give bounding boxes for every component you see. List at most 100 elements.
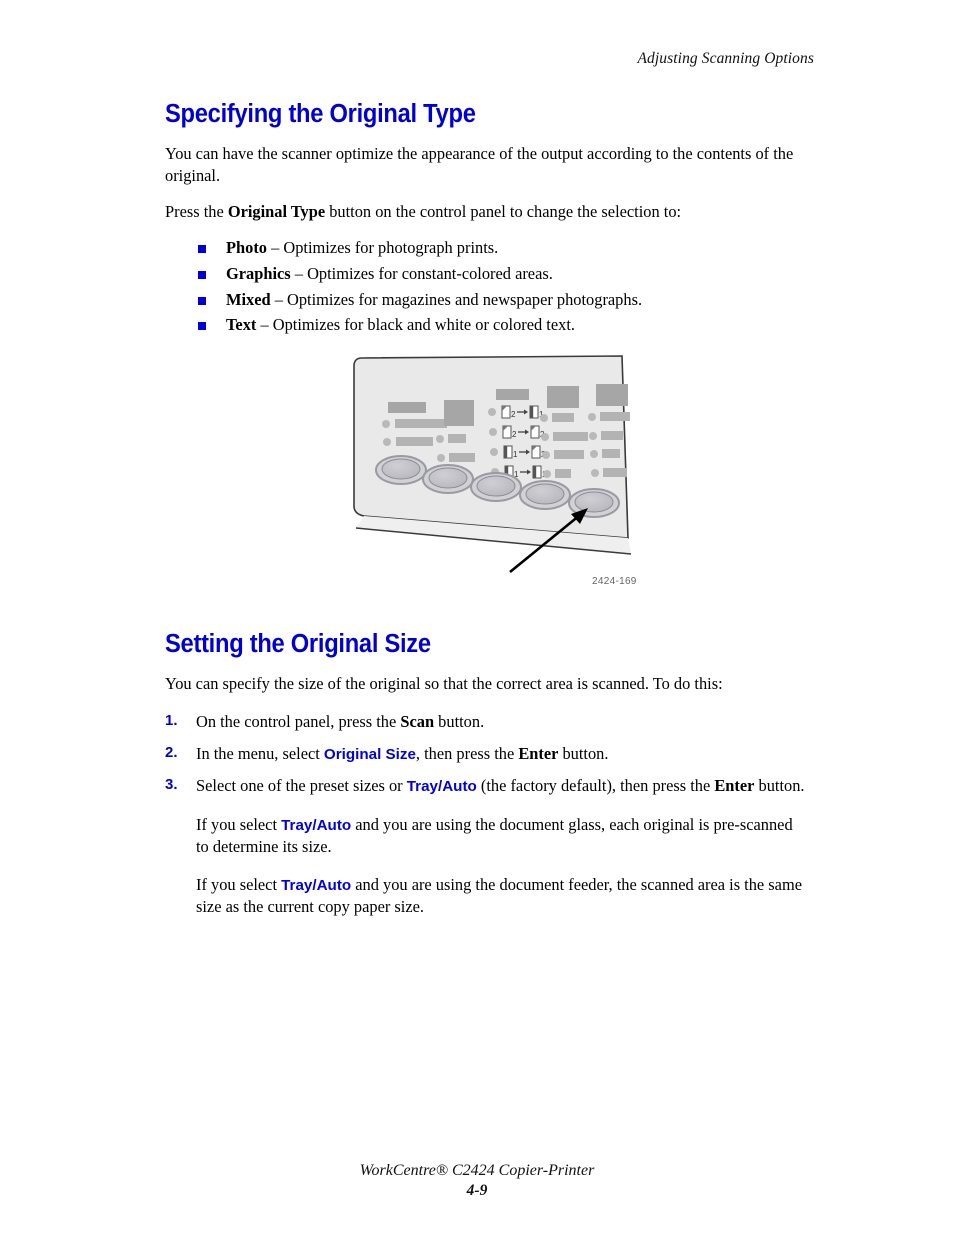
list-item: Photo – Optimizes for photograph prints.	[165, 236, 805, 261]
duplex-shade	[504, 446, 508, 458]
bullet-term: Mixed	[226, 289, 271, 309]
footer-page-number: 4-9	[466, 1182, 488, 1199]
section-2-intro: You can specify the size of the original…	[165, 674, 723, 693]
duplex-from-label: 2	[512, 430, 517, 439]
panel-label-bar	[601, 431, 623, 440]
panel-label-bar	[553, 432, 588, 441]
panel-led-indicator	[588, 413, 596, 421]
panel-label-bar	[552, 413, 574, 422]
step-text-plain: button.	[754, 776, 805, 796]
content-column-lower: Setting the Original Size You can specif…	[165, 630, 805, 918]
note-document-glass: If you select Tray/Auto and you are usin…	[196, 814, 805, 858]
list-item: Text – Optimizes for black and white or …	[165, 313, 805, 338]
panel-label-bar	[444, 400, 474, 426]
panel-led-indicator	[490, 448, 498, 456]
panel-led-indicator	[488, 408, 496, 416]
panel-label-bar	[448, 434, 466, 443]
step-number: 1.	[165, 711, 178, 729]
panel-label-bar	[395, 419, 447, 428]
bullet-desc: – Optimizes for photograph prints.	[266, 238, 499, 258]
step-text-plain: (the factory default), then press the	[476, 776, 715, 796]
footer-product: WorkCentre® C2424 Copier-Printer	[359, 1162, 595, 1179]
step-text-plain: , then press the	[415, 743, 519, 763]
step-text-plain: On the control panel, press the	[196, 711, 401, 731]
panel-led-indicator	[589, 432, 597, 440]
duplex-shade	[533, 466, 537, 478]
panel-label-bar	[547, 386, 579, 408]
panel-led-indicator	[590, 450, 598, 458]
bullet-desc: – Optimizes for magazines and newspaper …	[270, 289, 643, 309]
duplex-from-label: 1	[513, 450, 518, 459]
step-text: In the menu, select Original Size, then …	[196, 744, 608, 763]
step-number: 3.	[165, 776, 178, 794]
section-1-intro: You can have the scanner optimize the ap…	[165, 144, 794, 185]
panel-label-bar	[388, 402, 426, 413]
original-size-steps: 1. On the control panel, press the Scan b…	[165, 711, 805, 798]
panel-label-bar	[603, 468, 627, 477]
panel-label-bar	[602, 449, 620, 458]
bullet-square-icon	[198, 322, 206, 331]
press-bold-term: Original Type	[227, 201, 326, 221]
figure-caption: 2424-169	[592, 576, 637, 587]
step-text-bold: Enter	[714, 776, 755, 796]
panel-button-1[interactable]	[375, 455, 427, 485]
panel-button-2[interactable]	[422, 464, 474, 494]
bullet-term: Photo	[226, 238, 267, 258]
step-text-plain: button.	[558, 743, 609, 763]
note-text-plain: If you select	[196, 814, 282, 834]
panel-led-indicator	[541, 433, 549, 441]
bullet-term: Text	[226, 315, 257, 335]
list-item: Mixed – Optimizes for magazines and news…	[165, 288, 805, 313]
menu-item-tray-auto: Tray/Auto	[281, 876, 352, 894]
panel-led-indicator	[437, 454, 445, 462]
panel-led-indicator	[542, 451, 550, 459]
duplex-from-label: 2	[511, 410, 516, 419]
step-text: On the control panel, press the Scan but…	[196, 712, 484, 731]
page-footer: WorkCentre® C2424 Copier-Printer 4-9	[0, 1162, 954, 1200]
document-page: Adjusting Scanning Options Specifying th…	[0, 0, 954, 1235]
section-1-press-line: Press the Original Type button on the co…	[165, 201, 805, 223]
note-text-plain: If you select	[196, 874, 282, 894]
bullet-square-icon	[198, 245, 206, 254]
running-header: Adjusting Scanning Options	[637, 50, 814, 67]
list-item: 3. Select one of the preset sizes or Tray…	[165, 775, 805, 797]
press-prefix: Press the	[165, 201, 228, 221]
step-text-plain: Select one of the preset sizes or	[196, 776, 407, 796]
step-number: 2.	[165, 743, 178, 761]
note-document-feeder: If you select Tray/Auto and you are usin…	[196, 874, 805, 918]
original-type-list: Photo – Optimizes for photograph prints.…	[165, 236, 805, 337]
duplex-shade	[530, 406, 534, 418]
panel-label-bar	[449, 453, 475, 462]
panel-label-bar	[554, 450, 584, 459]
panel-led-indicator	[489, 428, 497, 436]
bullet-square-icon	[198, 296, 206, 305]
panel-button-3[interactable]	[470, 472, 522, 502]
step-text-plain: In the menu, select	[196, 743, 324, 763]
panel-led-indicator	[543, 470, 551, 478]
bullet-square-icon	[198, 271, 206, 280]
step-text-bold: Scan	[400, 711, 435, 731]
menu-item-tray-auto: Tray/Auto	[281, 816, 352, 834]
menu-item-original-size: Original Size	[323, 745, 416, 763]
list-item: 2. In the menu, select Original Size, the…	[165, 743, 805, 765]
page-title: Specifying the Original Type	[165, 100, 476, 128]
bullet-term: Graphics	[226, 264, 291, 284]
panel-label-bar	[600, 412, 630, 421]
press-suffix: button on the control panel to change th…	[325, 201, 682, 221]
step-text-bold: Enter	[518, 743, 559, 763]
content-column: Specifying the Original Type You can hav…	[165, 100, 805, 339]
panel-led-indicator	[436, 435, 444, 443]
step-text-plain: button.	[434, 711, 485, 731]
section-2-heading: Setting the Original Size	[165, 630, 431, 658]
panel-button-4[interactable]	[519, 480, 571, 510]
panel-label-bar	[396, 437, 433, 446]
step-text: Select one of the preset sizes or Tray/A…	[196, 776, 805, 795]
panel-led-indicator	[383, 438, 391, 446]
panel-led-indicator	[591, 469, 599, 477]
panel-label-bar	[555, 469, 571, 478]
panel-label-bar	[596, 384, 628, 406]
list-item: Graphics – Optimizes for constant-colore…	[165, 262, 805, 287]
menu-item-tray-auto: Tray/Auto	[406, 778, 477, 796]
list-item: 1. On the control panel, press the Scan b…	[165, 711, 805, 733]
panel-led-indicator	[382, 420, 390, 428]
